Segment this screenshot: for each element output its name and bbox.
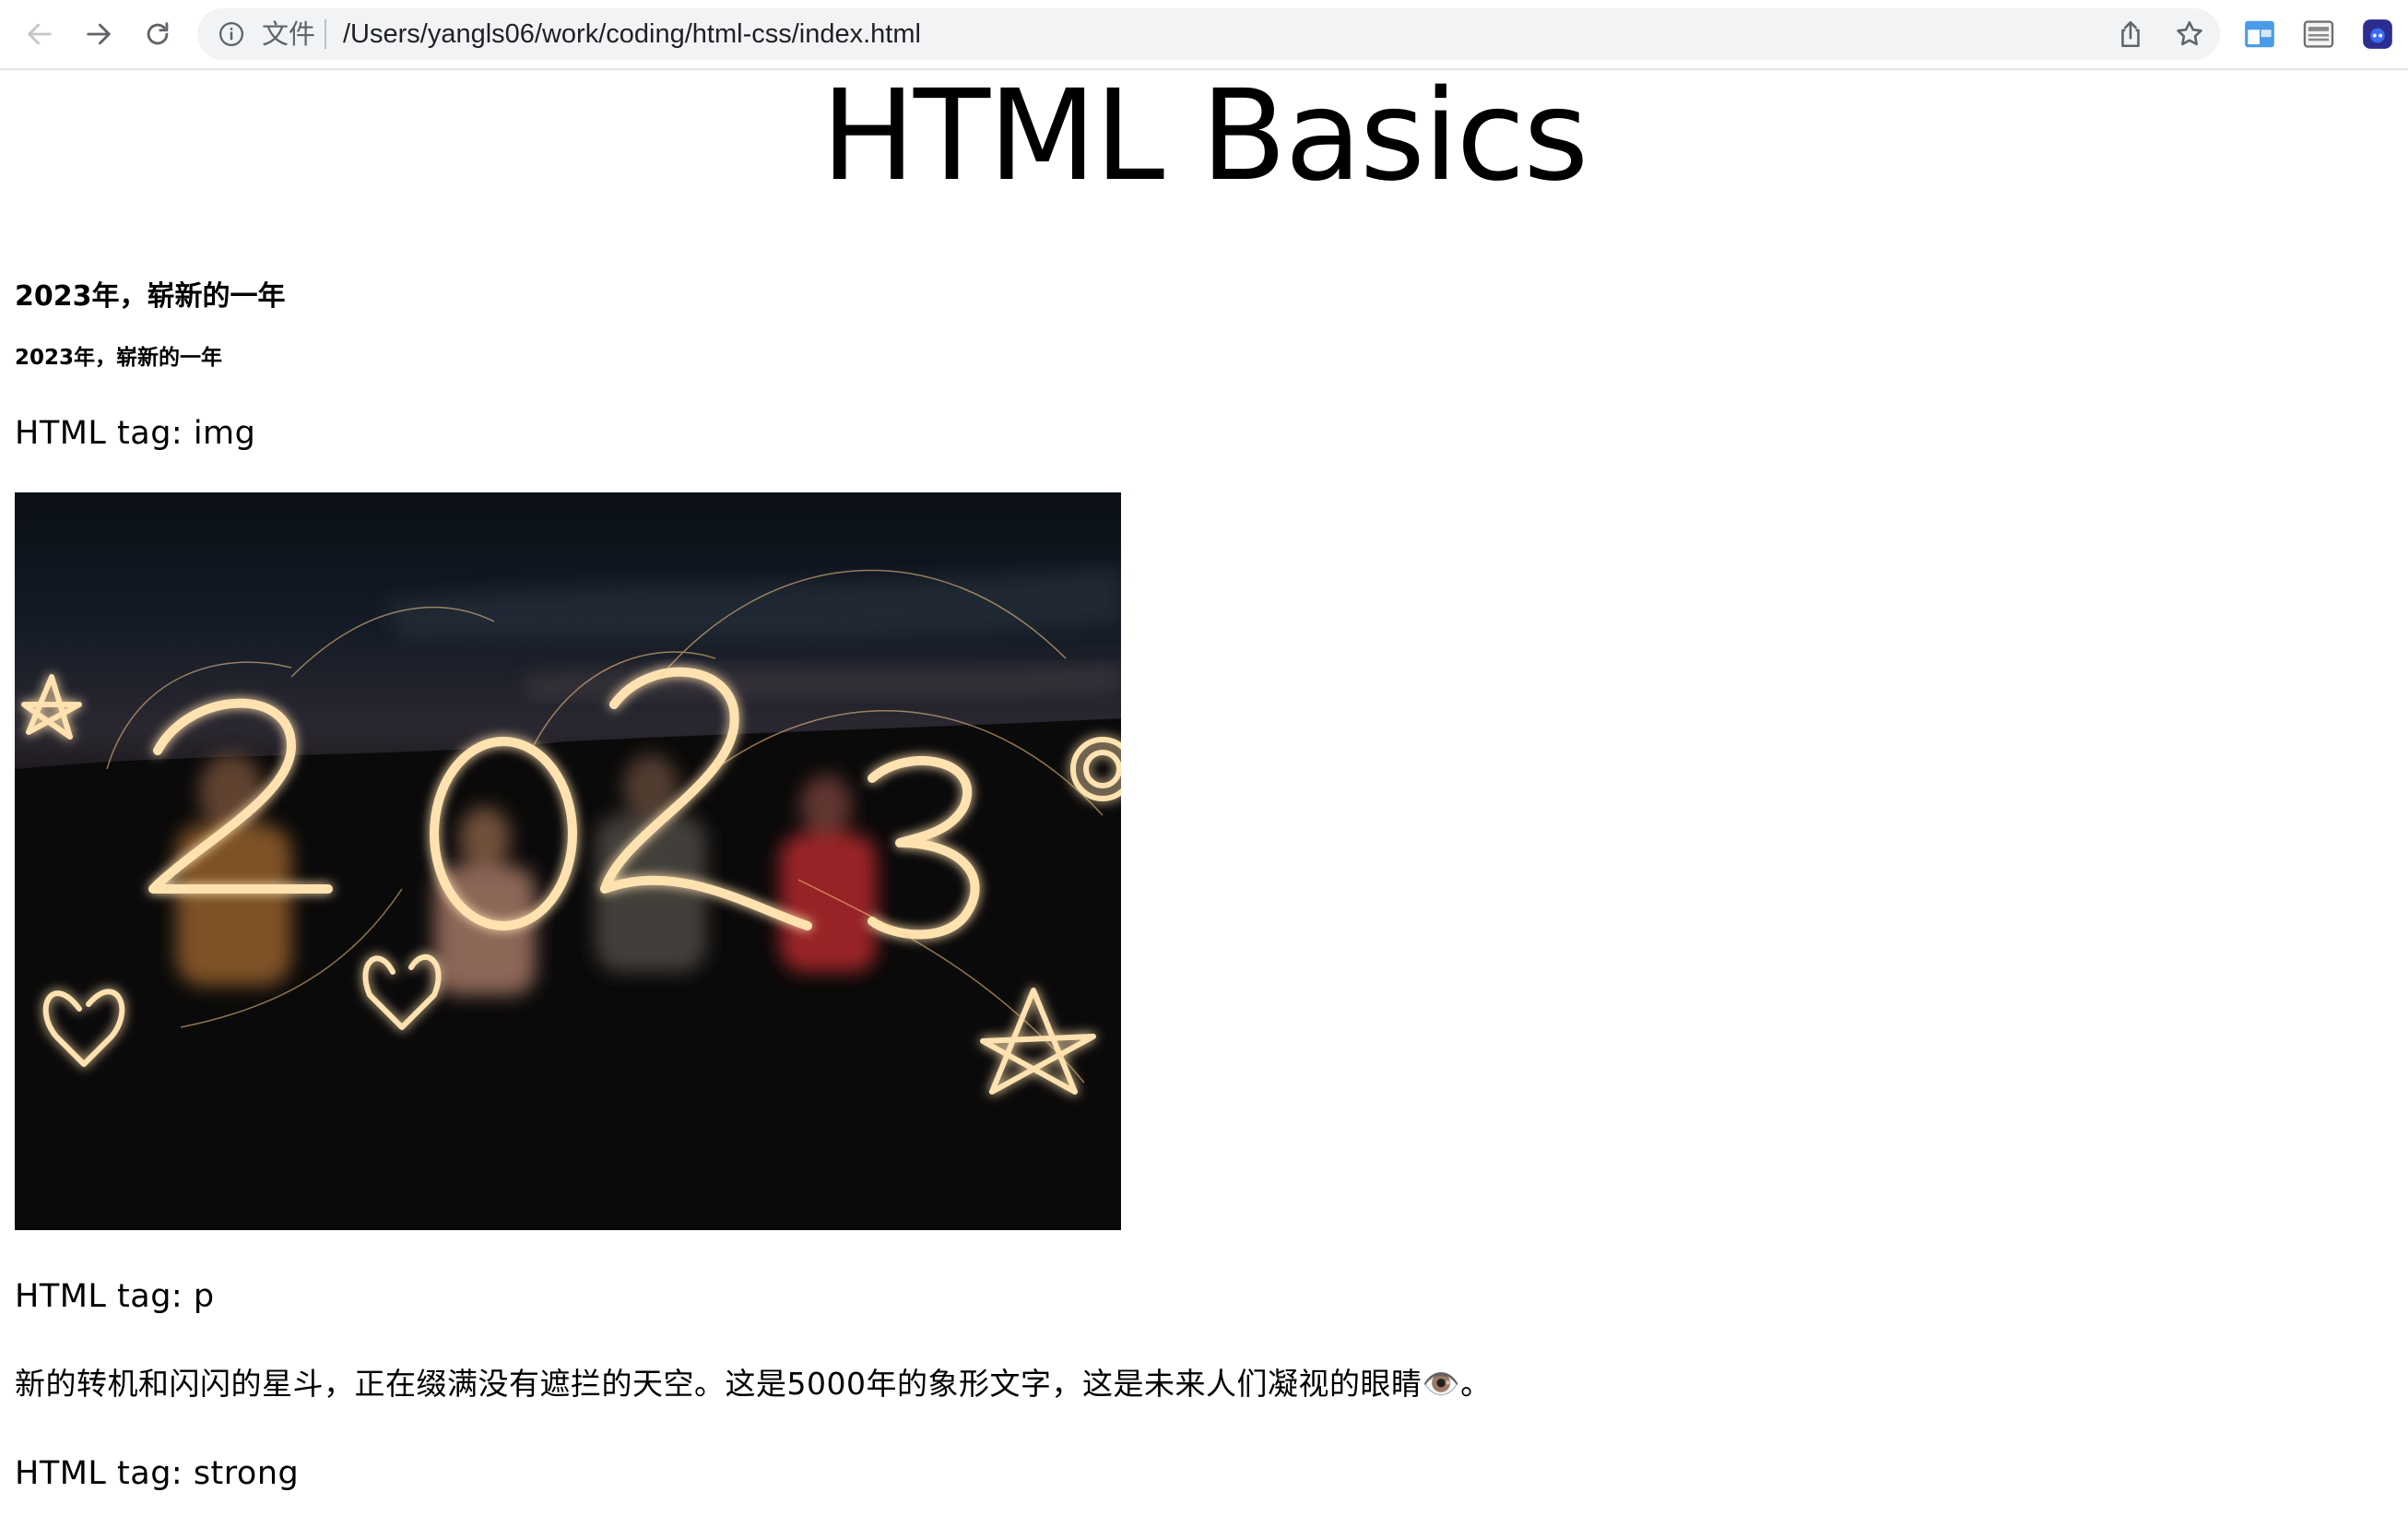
reload-icon: [147, 22, 169, 45]
new-year-photo: [15, 492, 1121, 1230]
heading-h5: 2023年，崭新的一年: [15, 346, 223, 370]
p-tag-caption: HTML tag: p: [15, 1278, 215, 1315]
page-content: HTML Basics 2023年，崭新的一年 2023年，崭新的一年 HTML…: [0, 70, 2408, 1516]
paragraph-text: 新的转机和闪闪的星斗，正在缀满没有遮拦的天空。这是5000年的象形文字，这是未来…: [15, 1366, 1492, 1402]
address-bar[interactable]: 文件 /Users/yangls06/work/coding/html-css/…: [197, 8, 2220, 60]
file-scheme-label: 文件: [262, 18, 316, 50]
extension-window-icon[interactable]: [2242, 17, 2277, 52]
forward-button[interactable]: [79, 15, 118, 53]
address-separator: [325, 19, 326, 49]
share-icon: [2121, 20, 2140, 48]
share-button[interactable]: [2115, 18, 2146, 50]
sparkler-2023-image: [15, 492, 1121, 1230]
arrow-right-icon: [87, 23, 111, 45]
bookmark-star-button[interactable]: [2174, 18, 2205, 50]
reload-button[interactable]: [138, 15, 177, 53]
arrow-left-icon: [28, 23, 52, 45]
url-text[interactable]: /Users/yangls06/work/coding/html-css/ind…: [343, 18, 921, 51]
strong-tag-caption: HTML tag: strong: [15, 1455, 300, 1492]
extension-reader-icon[interactable]: [2301, 17, 2336, 52]
heading-h3: 2023年，崭新的一年: [15, 280, 286, 313]
back-button[interactable]: [20, 15, 59, 53]
page-heading-h1: HTML Basics: [820, 64, 1589, 209]
star-icon: [2177, 20, 2202, 46]
info-icon[interactable]: [218, 20, 245, 48]
browser-toolbar: 文件 /Users/yangls06/work/coding/html-css/…: [0, 0, 2408, 70]
extension-app-icon[interactable]: [2360, 17, 2395, 52]
img-tag-caption: HTML tag: img: [15, 415, 256, 452]
